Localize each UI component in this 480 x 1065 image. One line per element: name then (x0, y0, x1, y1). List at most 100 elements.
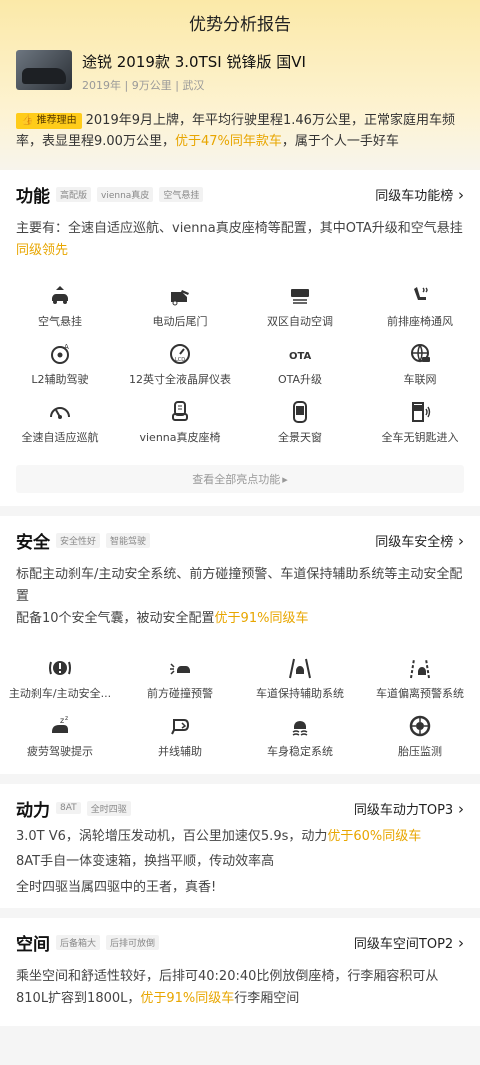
feature-item[interactable]: 并线辅助 (120, 710, 240, 768)
page-header: 优势分析报告 (0, 0, 480, 44)
feature-item[interactable]: 电动后尾门 (120, 280, 240, 338)
blind-spot-icon (171, 719, 190, 735)
recommend-reason: 👍 推荐理由 2019年9月上牌，年平均行驶里程1.46万公里，正常家庭用车频率，… (16, 110, 464, 160)
feature-item[interactable]: 前排座椅通风 (360, 280, 480, 338)
function-desc: 主要有：全速自适应巡航、vienna真皮座椅等配置，其中OTA升级和空气悬挂同级… (16, 221, 463, 258)
feature-label: 12英寸全液晶屏仪表 (129, 373, 231, 386)
safety-card: 安全 安全性好 智能驾驶 同级车安全榜 标配主动刹车/主动安全系统、前方碰撞预警… (0, 516, 480, 774)
feature-label: 空气悬挂 (38, 315, 82, 328)
space-rank-link[interactable]: 同级车空间TOP2 (354, 933, 464, 952)
space-tag: 后备箱大 (56, 934, 101, 950)
safety-desc: 标配主动刹车/主动安全系统、前方碰撞预警、车道保持辅助系统等主动安全配置 (16, 567, 463, 604)
car-meta: 2019年 | 9万公里 | 武汉 (82, 79, 205, 92)
ota-icon: OTA (289, 351, 312, 362)
power-highlight: 优于60%同级车 (327, 829, 422, 844)
seat-ventilation-icon (414, 287, 428, 300)
feature-item[interactable]: OTA OTA升级 (240, 338, 360, 396)
safety-tag: 安全性好 (56, 532, 101, 548)
function-title: 功能 (16, 186, 50, 207)
feature-label: 车联网 (403, 373, 437, 386)
feature-label: 并线辅助 (158, 745, 202, 758)
fatigue-alert-icon: zz (52, 715, 68, 733)
dual-zone-ac-icon (291, 289, 309, 304)
feature-label: 车身稳定系统 (267, 745, 333, 758)
feature-label: 车道保持辅助系统 (256, 687, 344, 700)
view-all-features-button[interactable]: 查看全部亮点功能 (16, 465, 464, 493)
lane-departure-icon (410, 658, 430, 679)
feature-item[interactable]: vienna真皮座椅 (120, 396, 240, 454)
feature-label: 前排座椅通风 (387, 315, 453, 328)
collision-warning-icon (170, 663, 190, 675)
lcd-cluster-icon: LCD (170, 344, 190, 364)
auto-brake-icon (49, 661, 71, 675)
feature-label: OTA升级 (277, 373, 323, 386)
function-tag: 高配版 (56, 186, 92, 202)
space-desc: 乘坐空间和舒适性较好，后排可40:20:40比例放倒座椅，行李厢容积可从810L… (16, 969, 439, 1006)
feature-item[interactable]: 双区自动空调 (240, 280, 360, 338)
keyless-entry-icon (412, 402, 431, 422)
feature-label: 车道偏离预警系统 (376, 687, 464, 700)
space-tag: 后排可放倒 (106, 934, 160, 950)
svg-text:A: A (64, 343, 69, 351)
feature-item[interactable]: 车联网 (360, 338, 480, 396)
leather-seat-icon (172, 401, 188, 421)
feature-item[interactable]: 胎压监测 (360, 710, 480, 768)
tire-pressure-icon (409, 715, 431, 737)
power-rank-link[interactable]: 同级车动力TOP3 (354, 799, 464, 818)
feature-item[interactable]: 车道保持辅助系统 (240, 652, 360, 710)
feature-item[interactable]: 主动刹车/主动安全... (0, 652, 120, 710)
function-rank-link[interactable]: 同级车功能榜 (375, 185, 464, 204)
feature-item[interactable]: 全景天窗 (240, 396, 360, 454)
svg-text:z: z (60, 716, 64, 725)
feature-item[interactable]: 前方碰撞预警 (120, 652, 240, 710)
recommend-text-b: ，属于个人一手好车 (281, 134, 399, 149)
function-tag: 空气悬挂 (159, 186, 204, 202)
feature-label: 全速自适应巡航 (21, 431, 99, 444)
power-tag: 8AT (56, 802, 81, 814)
safety-desc-highlight: 优于91%同级车 (214, 611, 309, 626)
power-line-1: 3.0T V6，涡轮增压发动机，百公里加速仅5.9s，动力优于60%同级车 (16, 829, 422, 844)
feature-item[interactable]: 车身稳定系统 (240, 710, 360, 768)
svg-text:LCD: LCD (175, 357, 185, 363)
safety-rank-link[interactable]: 同级车安全榜 (375, 531, 464, 550)
feature-item[interactable]: A L2辅助驾驶 (0, 338, 120, 396)
feature-item[interactable]: 全车无钥匙进入 (360, 396, 480, 454)
feature-label: 双区自动空调 (267, 315, 333, 328)
power-title: 动力 (16, 800, 50, 821)
safety-title: 安全 (16, 532, 50, 553)
feature-label: 胎压监测 (398, 745, 442, 758)
recommend-badge: 👍 推荐理由 (16, 113, 82, 129)
feature-label: vienna真皮座椅 (139, 431, 221, 444)
feature-item[interactable]: zz 疲劳驾驶提示 (0, 710, 120, 768)
feature-item[interactable]: LCD 12英寸全液晶屏仪表 (120, 338, 240, 396)
panoramic-sunroof-icon (293, 401, 307, 423)
power-line-3: 全时四驱当属四驱中的王者，真香! (16, 880, 217, 895)
feature-item[interactable]: 车道偏离预警系统 (360, 652, 480, 710)
adaptive-cruise-icon (50, 407, 70, 419)
feature-item[interactable]: 空气悬挂 (0, 280, 120, 338)
feature-label: 电动后尾门 (152, 315, 208, 328)
feature-label: 主动刹车/主动安全... (8, 687, 112, 700)
lane-keep-icon (289, 658, 311, 679)
feature-label: 全景天窗 (278, 431, 322, 444)
function-desc-highlight: 同级领先 (16, 243, 69, 258)
function-tag: vienna真皮 (97, 186, 154, 202)
feature-label: 全车无钥匙进入 (381, 431, 459, 444)
stability-control-icon (292, 721, 308, 736)
car-summary[interactable]: 途锐 2019款 3.0TSI 锐锋版 国VI 2019年 | 9万公里 | 武… (16, 50, 464, 98)
car-title: 途锐 2019款 3.0TSI 锐锋版 国VI (82, 53, 306, 71)
space-title: 空间 (16, 934, 50, 955)
feature-label: 疲劳驾驶提示 (27, 745, 93, 758)
recommend-highlight: 优于47%同年款车 (174, 134, 282, 149)
feature-label: 前方碰撞预警 (147, 687, 213, 700)
svg-text:z: z (65, 715, 68, 722)
power-tag: 全时四驱 (86, 800, 131, 816)
l2-assist-icon: A (51, 343, 69, 364)
feature-item[interactable]: 全速自适应巡航 (0, 396, 120, 454)
safety-tag: 智能驾驶 (106, 532, 151, 548)
safety-desc-2: 配备10个安全气囊，被动安全配置优于91%同级车 (16, 611, 309, 626)
connected-car-icon (411, 344, 430, 363)
space-highlight: 优于91%同级车 (140, 991, 235, 1006)
function-feature-grid: 空气悬挂 电动后尾门 双区自动空调 前排座椅通风 A L2辅助驾驶 LCD 12… (0, 280, 480, 454)
car-thumbnail (16, 50, 72, 90)
